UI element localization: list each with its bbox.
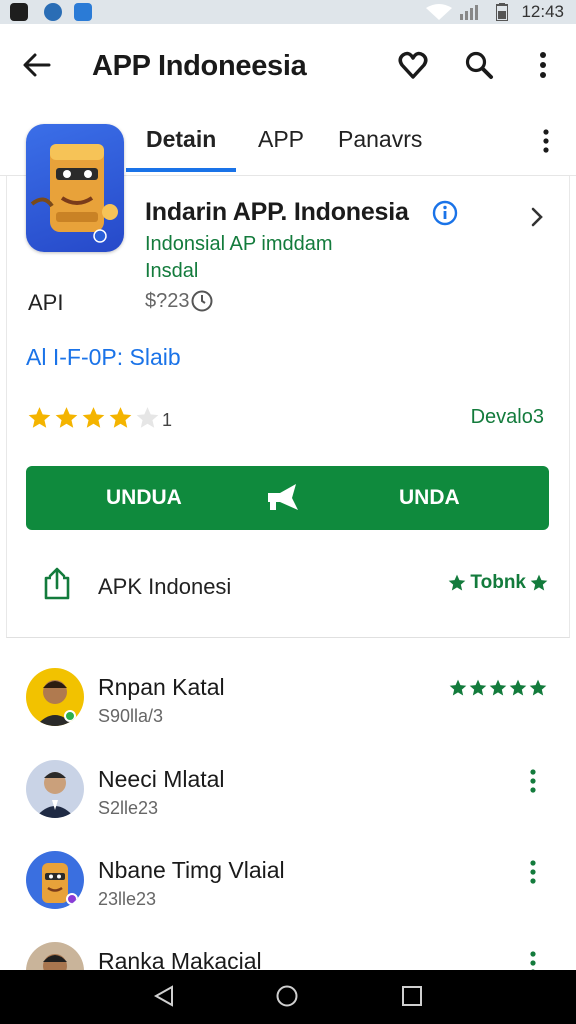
megaphone-icon: [268, 484, 298, 510]
star-filled-icon: [469, 679, 487, 696]
vpn-icon: [74, 3, 92, 21]
review-more-icon[interactable]: [526, 859, 540, 885]
star-badge-icon: [449, 574, 466, 591]
tab-app[interactable]: APP: [258, 126, 304, 153]
app-icon: [26, 124, 124, 252]
notification-icon: [10, 3, 28, 21]
recents-square-icon[interactable]: [400, 984, 424, 1008]
user-avatar-icon: [35, 772, 75, 818]
tab-panavrs[interactable]: Panavrs: [338, 126, 422, 153]
review-item[interactable]: Rnpan Katal S90lla/3: [0, 668, 576, 748]
star-filled-icon: [55, 407, 78, 428]
user-avatar-icon: [43, 954, 67, 970]
wishlist-heart-icon[interactable]: [398, 50, 428, 80]
review-author: Ranka Makacial: [98, 948, 262, 970]
tab-selected-indicator: [126, 168, 236, 172]
status-time: 12:43: [521, 2, 564, 21]
star-empty-icon: [136, 407, 159, 428]
install-button-label-right: UNDA: [399, 486, 460, 509]
star-filled-icon: [509, 679, 527, 696]
star-filled-icon: [28, 407, 51, 428]
info-icon[interactable]: [432, 200, 458, 226]
review-more-icon[interactable]: [526, 768, 540, 794]
share-row[interactable]: APK Indonesi Tobnk: [26, 560, 549, 608]
app-mascot-icon: [30, 144, 118, 243]
search-icon[interactable]: [464, 50, 494, 80]
wifi-icon: [426, 4, 452, 20]
battery-icon: [496, 3, 508, 21]
review-author: Neeci Mlatal: [98, 766, 225, 792]
install-button[interactable]: UNDUA UNDA: [26, 466, 549, 530]
review-item[interactable]: Ranka Makacial: [0, 942, 576, 970]
tab-details[interactable]: Detain: [146, 126, 216, 153]
top-label: Tobnk: [470, 572, 526, 593]
online-badge: [64, 710, 76, 722]
app-name: Indarin APP. Indonesia: [145, 198, 409, 226]
avatar: [26, 760, 84, 818]
star-filled-icon: [449, 679, 467, 696]
review-meta: 23lle23: [98, 889, 157, 909]
back-triangle-icon[interactable]: [152, 984, 176, 1008]
home-circle-icon[interactable]: [275, 984, 299, 1008]
navigation-icon: [44, 3, 62, 21]
share-icon: [44, 567, 70, 600]
signal-icon: [460, 5, 478, 20]
install-button-label-left: UNDUA: [106, 486, 182, 509]
review-item[interactable]: Neeci Mlatal S2lle23: [0, 760, 576, 840]
review-author: Nbane Timg Vlaial: [98, 857, 285, 883]
top-badge: Tobnk: [447, 572, 549, 594]
tabs-more-icon[interactable]: [538, 128, 554, 154]
page-title: APP Indoneesia: [92, 50, 307, 82]
app-subtitle-2: Insdal: [145, 260, 199, 282]
app-bar: APP Indoneesia: [0, 24, 576, 110]
developer-label[interactable]: Devalo3: [471, 406, 544, 429]
app-price: $?23: [145, 290, 190, 312]
review-more-icon[interactable]: [526, 950, 540, 970]
avatar: [26, 942, 84, 970]
star-filled-icon: [529, 679, 547, 696]
review-item[interactable]: Nbane Timg Vlaial 23lle23: [0, 851, 576, 931]
rating-stars: [26, 405, 161, 431]
api-label: API: [28, 290, 64, 315]
chevron-right-icon[interactable]: [528, 206, 546, 228]
share-label: APK Indonesi: [98, 574, 232, 599]
star-filled-icon: [109, 407, 132, 428]
back-arrow-icon[interactable]: [22, 50, 52, 80]
rating-count: 1: [162, 410, 173, 430]
system-nav-bar: [0, 970, 576, 1024]
star-badge-icon: [530, 574, 548, 591]
star-filled-icon: [489, 679, 507, 696]
avatar: [26, 851, 84, 909]
app-info-link[interactable]: Al I-F-0P: Slaib: [26, 344, 181, 371]
review-author: Rnpan Katal: [98, 674, 225, 700]
status-bar: 12:43: [0, 0, 576, 24]
avatar: [26, 668, 84, 726]
clock-icon: [191, 290, 213, 312]
status-badge: [66, 893, 78, 905]
review-meta: S2lle23: [98, 798, 159, 818]
app-subtitle-1: Indonsial AP imddam: [145, 233, 333, 255]
star-filled-icon: [82, 407, 105, 428]
review-stars: [448, 678, 548, 698]
review-meta: S90lla/3: [98, 706, 164, 726]
more-vert-icon[interactable]: [532, 50, 554, 80]
